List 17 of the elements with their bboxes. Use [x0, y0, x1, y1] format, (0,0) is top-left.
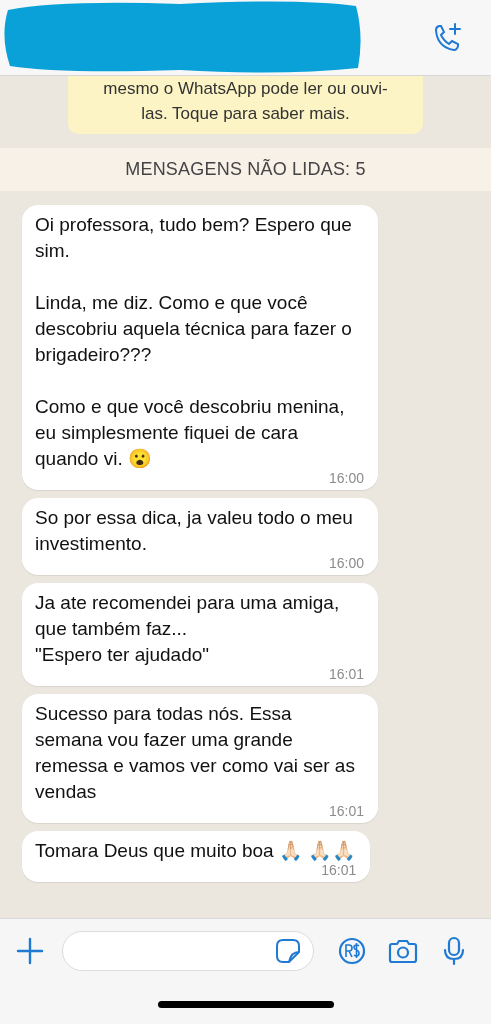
message-time: 16:00 — [328, 555, 364, 571]
message-time: 16:01 — [328, 666, 364, 682]
message-text: Sucesso para todas nós. Essa semana vou fazer uma grande remessa e vamos ver como vai ser as vendas — [35, 702, 356, 804]
encryption-notice[interactable]: mesmo o WhatsApp pode ler ou ouvi- las. Toque para saber mais. — [68, 76, 423, 134]
message-text: So por essa dica, ja valeu todo o meu investimento. — [35, 506, 354, 556]
microphone-icon[interactable] — [442, 936, 466, 966]
message-text: Oi professora, tudo bem? Espero que sim. Linda, me diz. Como e que você descobriu aquela técnica para fazer o brigadeiro??? Como e que você descobriu menina, eu simplesmente fiquei de cara quando vi. 😮 — [35, 213, 353, 471]
message-text: Ja ate recomendei para uma amiga, que também faz... "Espero ter ajudado" — [35, 591, 341, 667]
camera-icon[interactable] — [388, 938, 418, 964]
message-input-field[interactable] — [62, 931, 314, 971]
message-time: 16:00 — [328, 470, 364, 486]
sticker-icon[interactable] — [275, 938, 301, 964]
message-time: 16:01 — [328, 803, 364, 819]
add-icon[interactable] — [16, 937, 44, 965]
message-time: 16:01 — [321, 862, 357, 878]
message-text: Tomara Deus que muito boa 🙏🏻 🙏🏻🙏🏻 — [35, 839, 357, 863]
currency-icon[interactable] — [338, 937, 366, 965]
